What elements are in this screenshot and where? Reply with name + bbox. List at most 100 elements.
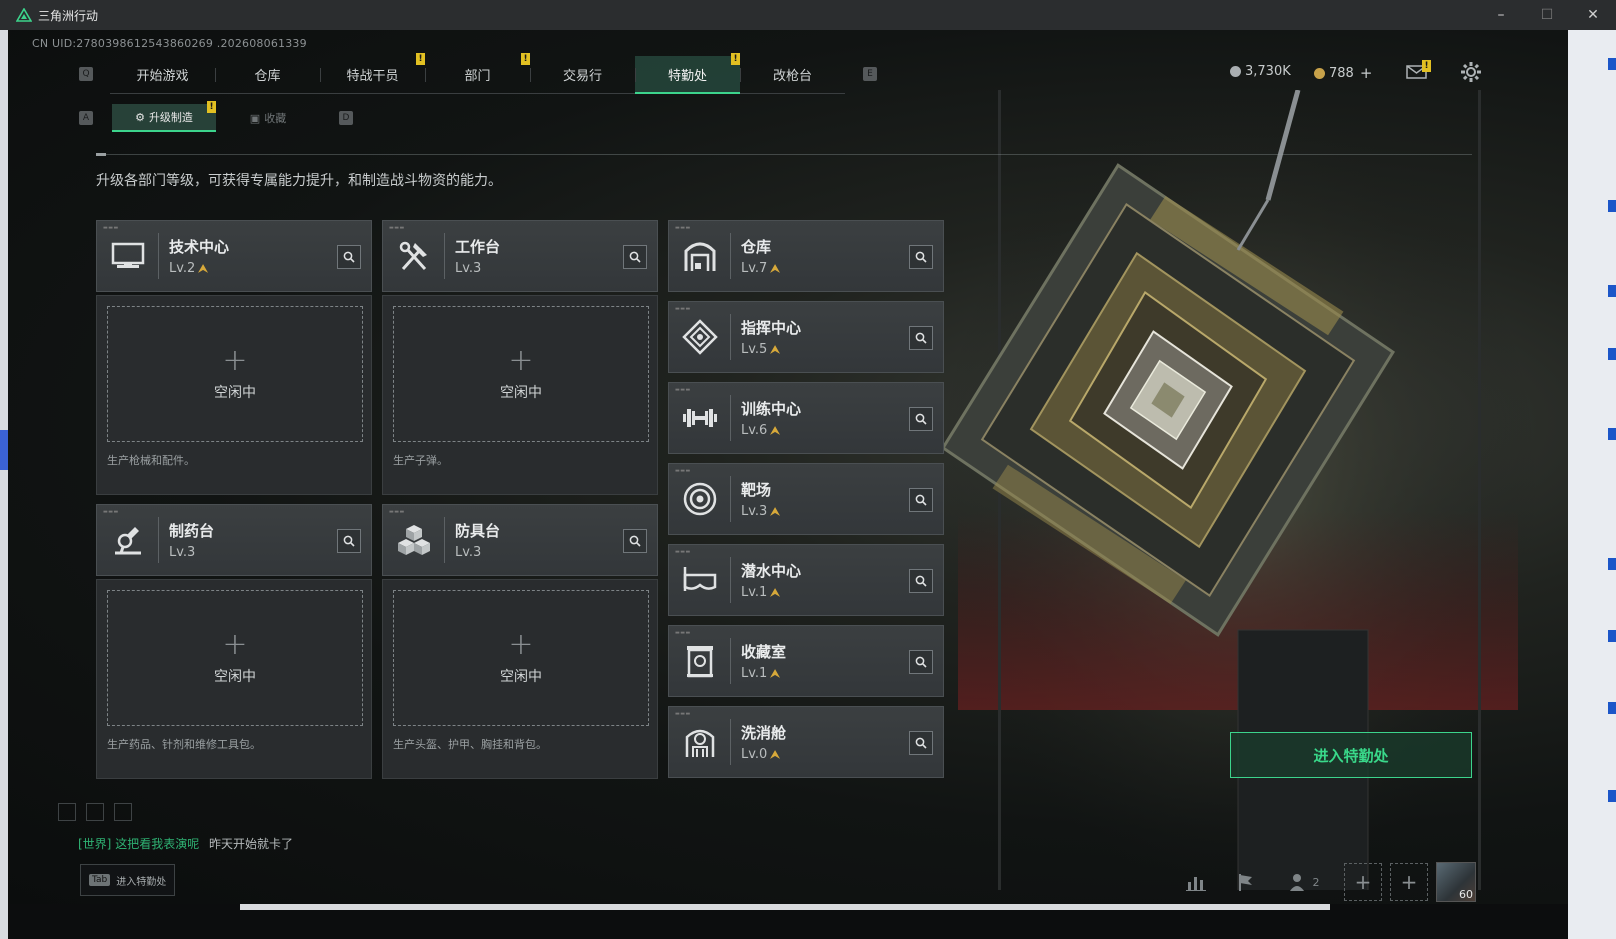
tab-key-hint[interactable]: Tab 进入特勤处 — [80, 864, 175, 896]
facility-card-diving-center[interactable]: ▬▬▬ 潜水中心 Lv.1 ⮝ — [668, 544, 944, 616]
facility-name: 仓库 — [741, 238, 772, 256]
player-uid: CN UID:2780398612543860269 .202608061339 — [32, 37, 307, 50]
production-panel-armor-bench: + 空闲中 生产头盔、护甲、胸挂和背包。 — [382, 579, 658, 779]
facility-card-collection-room[interactable]: ▬▬▬ 收藏室 Lv.1 ⮝ — [668, 625, 944, 697]
player-level: 60 — [1459, 888, 1473, 901]
settings-button[interactable] — [1460, 61, 1482, 83]
inspect-button[interactable] — [909, 650, 933, 674]
facility-card-armor-bench[interactable]: ▬▬▬ 防具台 Lv.3 — [382, 504, 658, 576]
tab-warehouse[interactable]: 仓库 — [215, 56, 320, 94]
production-slot[interactable]: + 空闲中 — [107, 590, 363, 726]
friends-icon — [1289, 874, 1304, 891]
window-titlebar: 三角洲行动 – ☐ ✕ — [0, 0, 1616, 30]
search-icon — [629, 535, 641, 547]
inspect-button[interactable] — [909, 407, 933, 431]
nav-next-key-hint: E — [863, 67, 877, 81]
decor-square — [86, 803, 104, 821]
page-description: 升级各部门等级，可获得专属能力提升，和制造战斗物资的能力。 — [96, 173, 502, 189]
facility-level: Lv.1 — [741, 585, 768, 600]
inspect-button[interactable] — [909, 569, 933, 593]
tab-gunsmith[interactable]: 改枪台 — [740, 56, 845, 94]
tab-upgrade-craft[interactable]: ⚙ 升级制造 ! — [112, 101, 216, 132]
card-tag: ▬▬▬ — [675, 387, 691, 393]
inspect-button[interactable] — [623, 529, 647, 553]
divider — [96, 154, 1472, 155]
facility-card-shooting-range[interactable]: ▬▬▬ 靶场 Lv.3 ⮝ — [668, 463, 944, 535]
production-note: 生产枪械和配件。 — [107, 454, 195, 467]
search-icon — [915, 737, 927, 749]
flag-button[interactable] — [1228, 864, 1264, 900]
tab-start-game[interactable]: 开始游戏 — [110, 56, 215, 94]
search-icon — [629, 251, 641, 263]
notification-badge: ! — [731, 53, 740, 65]
friends-count: 2 — [1312, 875, 1320, 889]
app-logo-icon — [16, 8, 32, 22]
dumbbell-icon — [669, 395, 731, 441]
facility-name: 靶场 — [741, 481, 772, 499]
search-icon — [915, 413, 927, 425]
facility-name: 潜水中心 — [741, 562, 802, 580]
production-note: 生产药品、针剂和维修工具包。 — [107, 738, 261, 751]
tab-label: 升级制造 — [148, 111, 193, 124]
tab-label: 开始游戏 — [136, 69, 189, 84]
slot-status: 空闲中 — [500, 669, 542, 685]
facility-name: 指挥中心 — [741, 319, 802, 337]
inspect-button[interactable] — [337, 529, 361, 553]
production-slot[interactable]: + 空闲中 — [393, 590, 649, 726]
horizontal-scrollbar[interactable] — [240, 904, 1330, 910]
game-viewport: CN UID:2780398612543860269 .202608061339… — [8, 30, 1568, 904]
friends-button[interactable]: 2 — [1282, 864, 1326, 900]
chat-line[interactable]: [世界] 这把看我表演呢 昨天开始就卡了 — [78, 835, 293, 852]
gold-currency[interactable]: 788 + — [1314, 64, 1372, 82]
command-icon — [669, 314, 731, 360]
add-party-slot-button[interactable]: + — [1390, 863, 1428, 901]
inspect-button[interactable] — [623, 245, 647, 269]
production-slot[interactable]: + 空闲中 — [393, 306, 649, 442]
minimize-button[interactable]: – — [1478, 0, 1524, 30]
inspect-button[interactable] — [909, 245, 933, 269]
facility-level: Lv.7 — [741, 261, 768, 276]
facility-card-training-center[interactable]: ▬▬▬ 训练中心 Lv.6 ⮝ — [668, 382, 944, 454]
facility-card-pharmacy[interactable]: ▬▬▬ 制药台 Lv.3 — [96, 504, 372, 576]
nav-prev-key-hint: Q — [79, 67, 93, 81]
notification-badge: ! — [1422, 60, 1431, 72]
stats-button[interactable] — [1178, 864, 1214, 900]
inspect-button[interactable] — [909, 731, 933, 755]
tab-label: 部门 — [464, 69, 491, 84]
upgrade-arrow-icon: ⮝ — [770, 747, 780, 761]
mail-button[interactable]: ! — [1406, 60, 1431, 80]
facility-card-command-center[interactable]: ▬▬▬ 指挥中心 Lv.5 ⮝ — [668, 301, 944, 373]
tab-departments[interactable]: 部门! — [425, 53, 530, 94]
tab-special-ops[interactable]: 特勤处! — [635, 53, 740, 94]
decor-square — [114, 803, 132, 821]
add-gold-button[interactable]: + — [1360, 64, 1373, 82]
silver-amount: 3,730K — [1245, 64, 1291, 79]
facility-name: 防具台 — [455, 522, 501, 540]
enter-special-ops-button[interactable]: 进入特勤处 — [1230, 732, 1472, 778]
divider-mark — [96, 153, 106, 156]
inspect-button[interactable] — [909, 488, 933, 512]
inspect-button[interactable] — [337, 245, 361, 269]
inspect-button[interactable] — [909, 326, 933, 350]
chat-channel: [世界] — [78, 837, 112, 851]
maximize-button[interactable]: ☐ — [1524, 0, 1570, 30]
slot-status: 空闲中 — [500, 385, 542, 401]
production-slot[interactable]: + 空闲中 — [107, 306, 363, 442]
facility-card-workbench[interactable]: ▬▬▬ 工作台 Lv.3 — [382, 220, 658, 292]
facility-name: 技术中心 — [169, 238, 230, 256]
cubes-icon — [383, 517, 445, 563]
add-party-slot-button[interactable]: + — [1344, 863, 1382, 901]
card-tag: ▬▬▬ — [675, 468, 691, 474]
tab-collection[interactable]: ▣ 收藏 — [216, 104, 320, 132]
silver-currency: 3,730K — [1230, 64, 1291, 79]
facility-card-tech-center[interactable]: ▬▬▬ 技术中心 Lv.2 ⮝ — [96, 220, 372, 292]
facility-card-decontamination[interactable]: ▬▬▬ 洗消舱 Lv.0 ⮝ — [668, 706, 944, 778]
facility-level: Lv.3 — [169, 545, 196, 560]
tab-label: 改枪台 — [772, 69, 812, 84]
upgrade-arrow-icon: ⮝ — [770, 261, 780, 275]
player-avatar[interactable]: 60 — [1436, 862, 1476, 902]
tab-trading[interactable]: 交易行 — [530, 56, 635, 94]
tab-operators[interactable]: 特战干员! — [320, 53, 425, 94]
close-button[interactable]: ✕ — [1570, 0, 1616, 30]
facility-card-warehouse[interactable]: ▬▬▬ 仓库 Lv.7 ⮝ — [668, 220, 944, 292]
